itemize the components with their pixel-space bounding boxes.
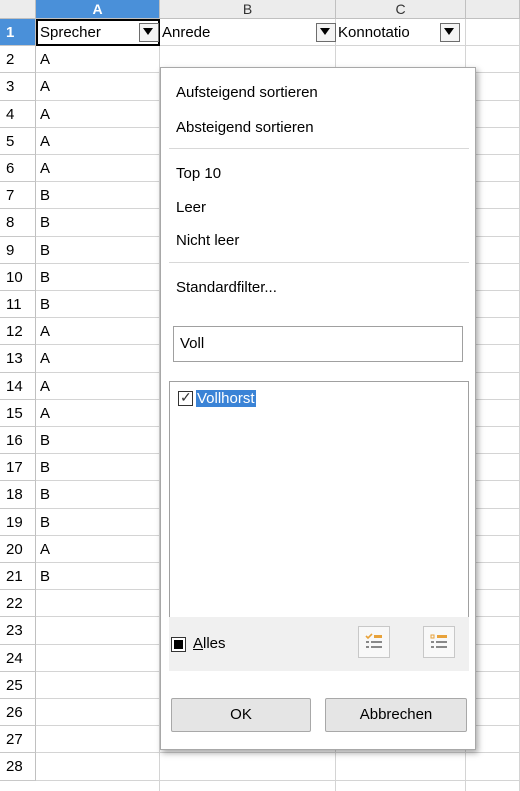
menu-sort-descending[interactable]: Absteigend sortieren <box>176 118 314 138</box>
list-item[interactable]: Vollhorst <box>178 389 256 407</box>
all-label[interactable]: Alles <box>193 633 226 655</box>
select-all-icon <box>365 633 382 648</box>
autofilter-popup: Aufsteigend sortieren Absteigend sortier… <box>160 67 476 750</box>
menu-empty[interactable]: Leer <box>176 198 206 218</box>
search-input[interactable]: Voll <box>173 326 463 362</box>
all-checkbox[interactable] <box>171 637 186 652</box>
all-label-mnemonic: A <box>193 635 204 652</box>
ok-button[interactable]: OK <box>171 698 311 732</box>
menu-separator <box>169 148 469 149</box>
menu-top-10[interactable]: Top 10 <box>176 164 221 184</box>
all-label-rest: lles <box>203 635 226 652</box>
menu-sort-ascending[interactable]: Aufsteigend sortieren <box>176 83 318 103</box>
cancel-button[interactable]: Abbrechen <box>325 698 467 732</box>
value-list[interactable]: Vollhorst <box>169 381 469 652</box>
menu-separator <box>169 262 469 263</box>
menu-standard-filter[interactable]: Standardfilter... <box>176 278 277 298</box>
select-all-button[interactable] <box>358 626 390 658</box>
deselect-all-button[interactable] <box>423 626 455 658</box>
menu-not-empty[interactable]: Nicht leer <box>176 231 239 251</box>
deselect-all-icon <box>430 634 447 648</box>
list-item-label: Vollhorst <box>196 390 256 407</box>
checkbox-icon[interactable] <box>178 389 193 406</box>
